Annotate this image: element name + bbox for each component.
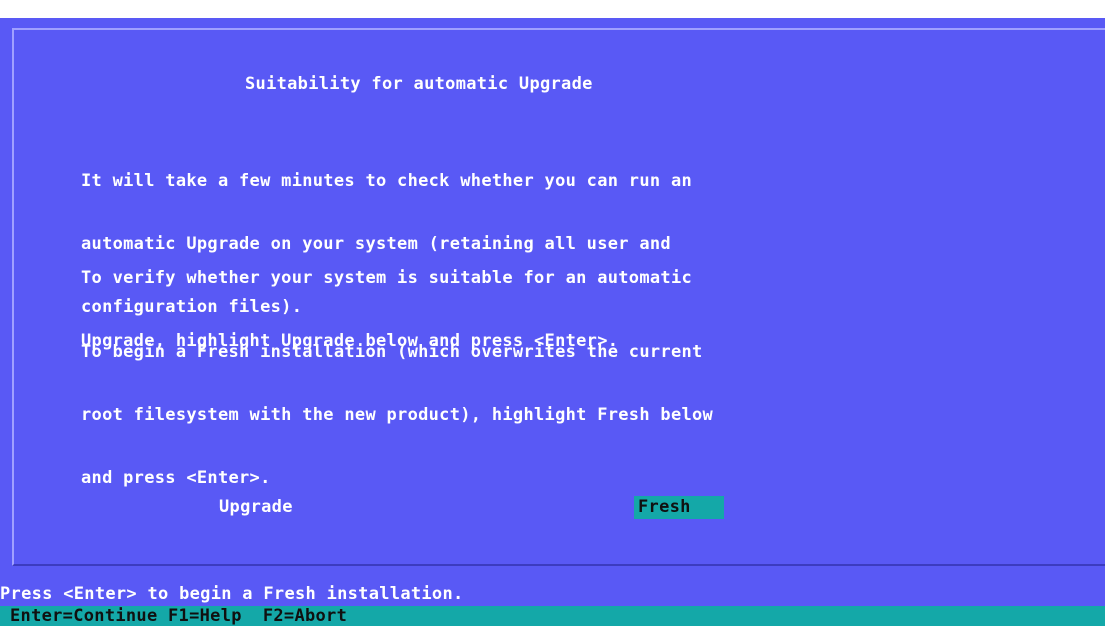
paragraph-line: It will take a few minutes to check whet…: [81, 171, 693, 191]
status-line: Press <Enter> to begin a Fresh installat…: [0, 584, 464, 604]
function-key-bar: Enter=Continue F1=Help F2=Abort: [0, 606, 1105, 626]
description-paragraph-fresh: To begin a Fresh installation (which ove…: [81, 300, 713, 531]
function-key-legend: Enter=Continue F1=Help F2=Abort: [10, 606, 348, 626]
upgrade-button[interactable]: Upgrade: [217, 496, 295, 519]
paragraph-line: To begin a Fresh installation (which ove…: [81, 342, 703, 362]
paragraph-line: root filesystem with the new product), h…: [81, 405, 714, 425]
upgrade-dialog: Suitability for automatic Upgrade It wil…: [12, 28, 1105, 566]
installer-screen: Suitability for automatic Upgrade It wil…: [0, 18, 1105, 626]
paragraph-line: To verify whether your system is suitabl…: [81, 268, 693, 288]
paragraph-line: and press <Enter>.: [81, 468, 271, 488]
dialog-title: Suitability for automatic Upgrade: [245, 74, 593, 94]
fresh-button[interactable]: Fresh: [634, 496, 724, 519]
